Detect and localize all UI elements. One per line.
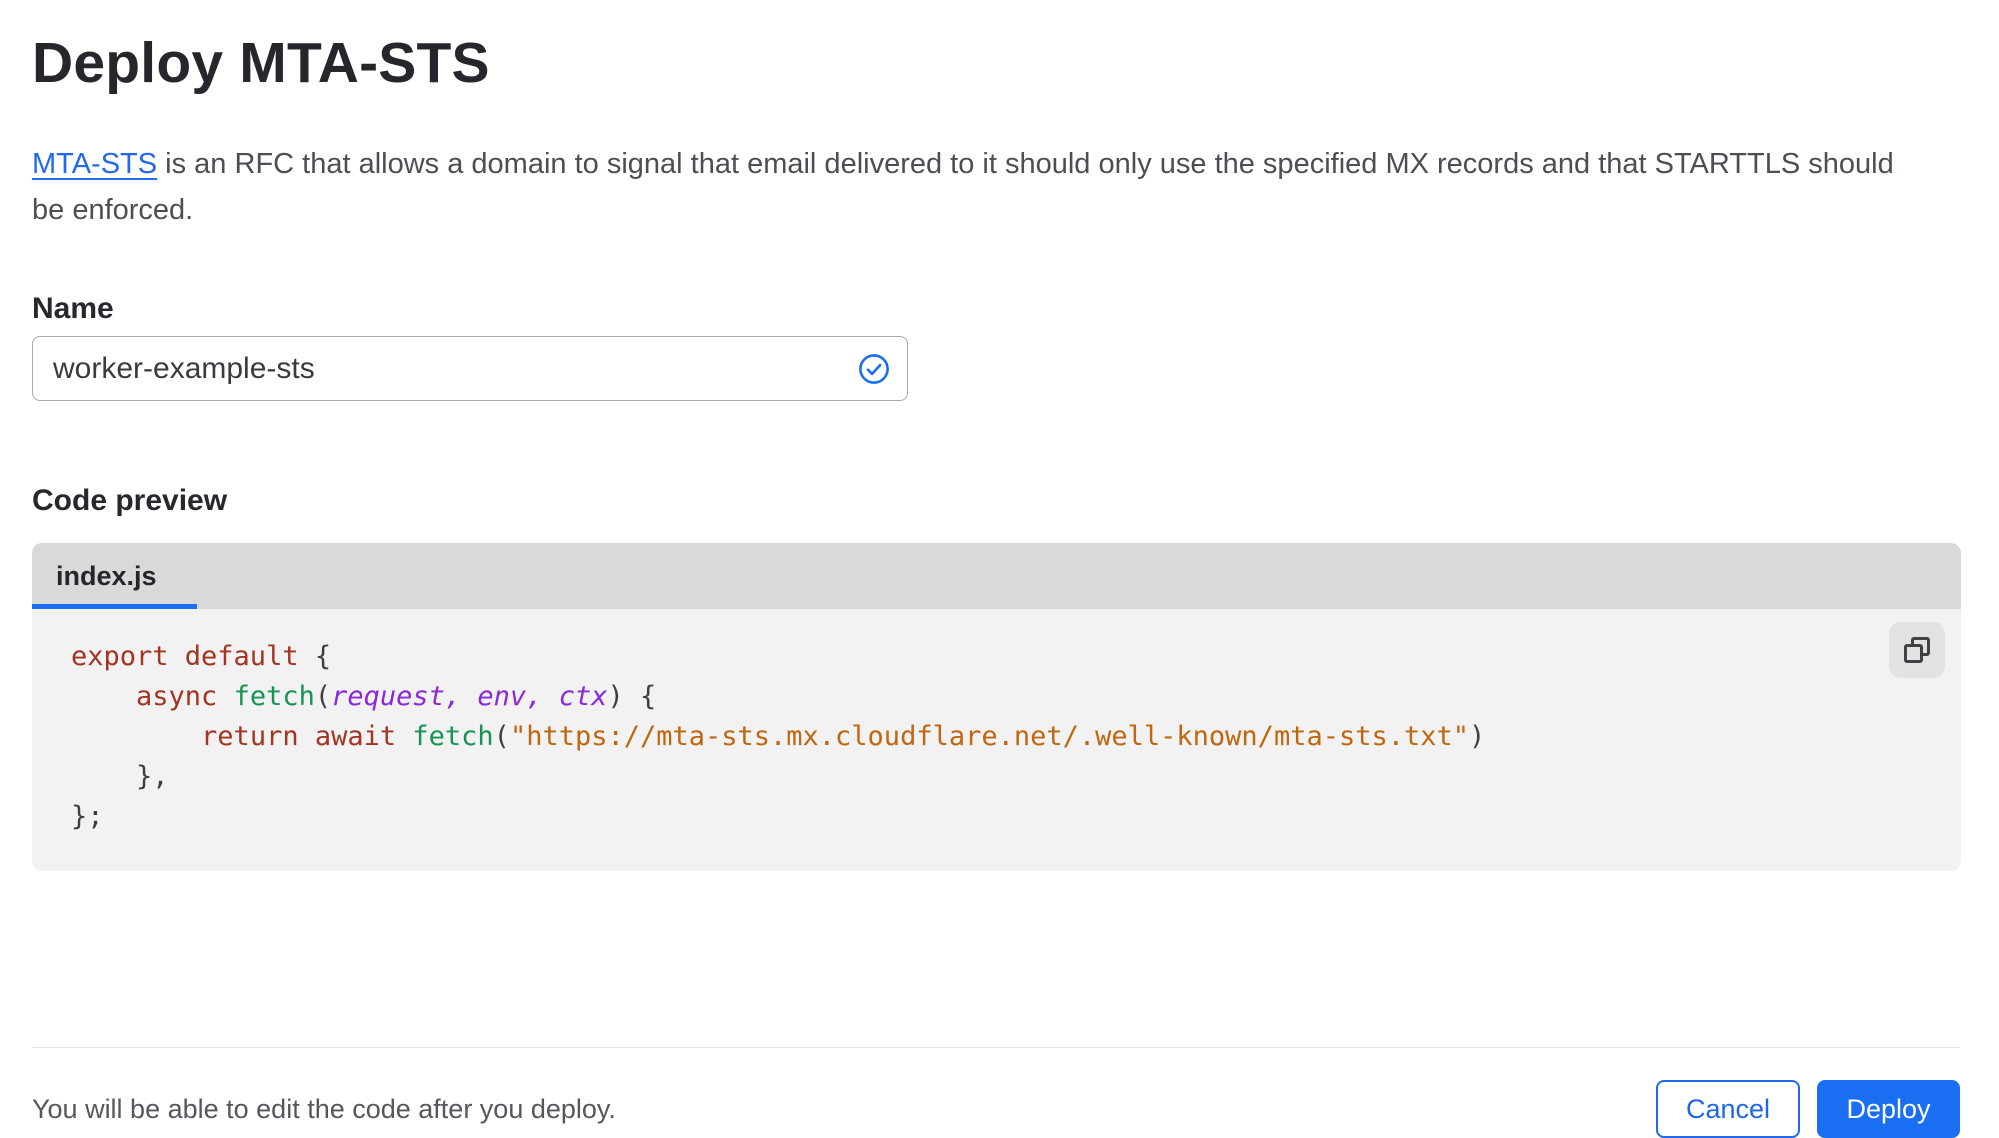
name-label: Name bbox=[32, 292, 114, 326]
name-input-wrap bbox=[32, 336, 908, 402]
tab-label: index.js bbox=[56, 560, 157, 591]
cancel-button[interactable]: Cancel bbox=[1655, 1080, 1800, 1138]
code-line: async fetch(request, env, ctx) { bbox=[71, 681, 656, 712]
code-token: ( bbox=[314, 681, 332, 713]
copy-code-button[interactable] bbox=[1889, 622, 1945, 679]
deploy-button[interactable]: Deploy bbox=[1817, 1080, 1960, 1138]
footer-divider bbox=[32, 1047, 1960, 1048]
code-preview-label: Code preview bbox=[32, 484, 228, 518]
code-token: }; bbox=[71, 801, 104, 833]
code-content: export default { async fetch(request, en… bbox=[71, 637, 1881, 837]
code-token: ) { bbox=[607, 681, 657, 713]
page-title: Deploy MTA-STS bbox=[32, 31, 490, 95]
description-text: MTA-STS is an RFC that allows a domain t… bbox=[32, 141, 1932, 233]
code-token: { bbox=[298, 641, 332, 673]
code-preview-block: index.js export default { async fetch(re… bbox=[32, 543, 1961, 872]
name-input[interactable] bbox=[32, 336, 908, 402]
code-token: request, env, ctx bbox=[331, 681, 608, 713]
code-token: ) bbox=[1469, 721, 1486, 753]
code-token: fetch bbox=[233, 681, 315, 713]
deploy-mta-sts-page: Deploy MTA-STS MTA-STS is an RFC that al… bbox=[0, 0, 1999, 1138]
code-token: export default bbox=[71, 641, 299, 673]
code-token: "https://mta-sts.mx.cloudflare.net/.well… bbox=[509, 721, 1470, 753]
code-line: return await fetch("https://mta-sts.mx.c… bbox=[71, 721, 1485, 752]
code-tabbar: index.js bbox=[32, 543, 1961, 610]
code-token: }, bbox=[71, 761, 169, 793]
mta-sts-link[interactable]: MTA-STS bbox=[32, 148, 157, 180]
code-token: return await bbox=[201, 721, 397, 753]
check-circle-icon bbox=[859, 353, 889, 384]
description-body: is an RFC that allows a domain to signal… bbox=[32, 148, 1894, 227]
footer-actions: Cancel Deploy bbox=[1655, 1080, 1960, 1138]
code-token: fetch bbox=[412, 721, 494, 753]
code-area: export default { async fetch(request, en… bbox=[32, 609, 1961, 872]
code-line: }, bbox=[71, 761, 169, 792]
code-token: ( bbox=[493, 721, 510, 753]
code-line: }; bbox=[71, 801, 104, 832]
footer-note: You will be able to edit the code after … bbox=[32, 1093, 616, 1124]
tab-index-js[interactable]: index.js bbox=[32, 543, 197, 610]
code-token: async bbox=[136, 681, 218, 713]
footer-row: You will be able to edit the code after … bbox=[32, 1080, 1960, 1138]
code-line: export default { bbox=[71, 641, 331, 672]
copy-icon bbox=[1904, 637, 1930, 664]
